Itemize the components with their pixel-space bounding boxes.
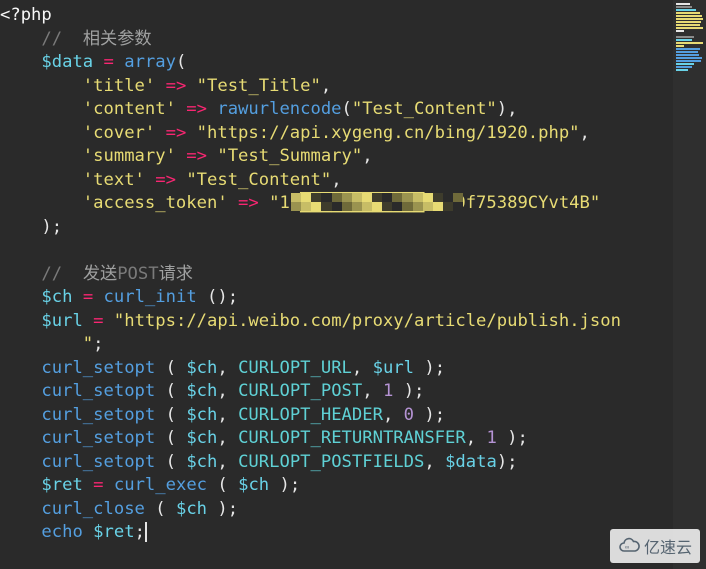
svg-text:∞: ∞ — [625, 545, 629, 551]
cloud-icon: ∞ — [618, 537, 640, 555]
access-token-value: "1 ████████████0600f75389CYvt4B" — [269, 193, 600, 213]
code-block: <?php // 相关参数 $data = array( 'title' => … — [0, 4, 673, 545]
php-open-tag: <?php — [0, 5, 52, 25]
text-cursor — [145, 522, 147, 542]
watermark: ∞ 亿速云 — [610, 529, 700, 563]
code-editor: <?php // 相关参数 $data = array( 'title' => … — [0, 0, 673, 569]
minimap[interactable] — [673, 0, 706, 569]
watermark-text: 亿速云 — [644, 534, 692, 558]
